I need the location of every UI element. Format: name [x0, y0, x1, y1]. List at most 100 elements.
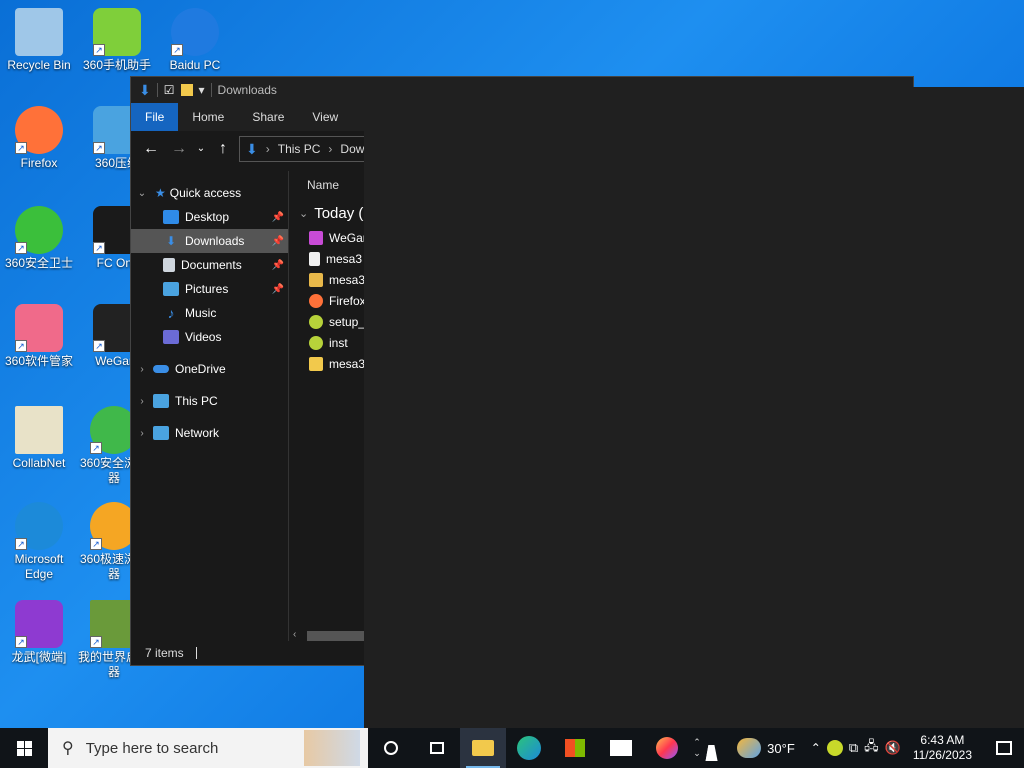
desktop-icon-collabnet[interactable]: CollabNet [0, 406, 78, 471]
breadcrumb-separator: › [265, 142, 270, 156]
blank-dark-panel [364, 87, 1024, 728]
clock-date: 11/26/2023 [912, 748, 972, 762]
nav-item-pictures[interactable]: Pictures 📌 [131, 277, 288, 301]
tab-home[interactable]: Home [178, 103, 238, 131]
desktop-icon-edge[interactable]: ↗ Microsoft Edge [0, 502, 78, 582]
quick-access-toolbar-dropdown[interactable]: ▾ [199, 83, 205, 97]
search-highlight-image [304, 730, 360, 766]
download-icon: ⬇ [246, 140, 258, 157]
nav-item-desktop[interactable]: Desktop 📌 [131, 205, 288, 229]
scroll-left-icon[interactable]: ‹ [293, 629, 296, 640]
nav-item-network[interactable]: › Network [131, 421, 288, 445]
desktop-icon-360-phone-assistant[interactable]: ↗ 360手机助手 [78, 8, 156, 73]
properties-icon[interactable]: ☑ [164, 83, 175, 97]
show-hidden-icons-button[interactable]: ⌃ [811, 741, 821, 755]
tab-share[interactable]: Share [238, 103, 298, 131]
windows-logo-icon [16, 740, 32, 756]
weather-temperature[interactable]: 30°F [767, 741, 795, 756]
desktop-icon-360-software-manager[interactable]: ↗ 360软件管家 [0, 304, 78, 369]
system-tray: 30°F ⌃ ⧉ 🖧 🔇 6:43 AM 11/26/2023 [737, 728, 1024, 768]
desktop-icon-baidu-pc[interactable]: ↗ Baidu PC [156, 8, 234, 73]
pin-icon[interactable]: 📌 [272, 212, 284, 223]
firefox-file-icon [309, 293, 323, 308]
edge-button[interactable] [506, 728, 552, 768]
circle-icon [384, 741, 398, 755]
nav-item-music[interactable]: ♪ Music [131, 301, 288, 325]
collabnet-icon [15, 406, 63, 454]
chevron-right-icon[interactable]: › [135, 364, 149, 375]
nav-item-label: Network [175, 426, 220, 440]
clock-time: 6:43 AM [920, 733, 965, 747]
network-status-icon[interactable]: 🖧 [864, 737, 879, 759]
installer-file-icon [309, 335, 323, 350]
tab-file[interactable]: File [131, 103, 179, 131]
network-icon [153, 426, 169, 440]
file-name: WeGar [329, 230, 367, 245]
tab-view[interactable]: View [298, 103, 352, 131]
360-tray-icon[interactable] [826, 740, 843, 756]
clock[interactable]: 6:43 AM 11/26/2023 [907, 733, 978, 763]
notification-icon [996, 741, 1012, 755]
file-name: mesa3 [329, 272, 366, 287]
search-box[interactable]: ⚲ Type here to search [48, 728, 368, 768]
start-button[interactable] [0, 728, 48, 768]
file-name: mesa3 [329, 356, 366, 371]
taskbar-scroll-button[interactable]: ⌃ ⌄ [690, 728, 704, 768]
desktop-icon-label: 360手机助手 [82, 58, 152, 72]
desktop-icon-longwu[interactable]: ↗ 龙武[微端] [0, 600, 78, 665]
desktop-icon-label: Baidu PC [169, 58, 221, 72]
nav-item-onedrive[interactable]: › OneDrive [131, 357, 288, 381]
file-name: inst [329, 335, 348, 350]
nav-item-videos[interactable]: Videos [131, 325, 288, 349]
longwu-icon: ↗ [15, 600, 63, 648]
back-button[interactable]: ← [139, 137, 163, 161]
nav-item-this-pc[interactable]: › This PC [131, 389, 288, 413]
window-title: Downloads [217, 83, 277, 97]
file-name: setup_ [329, 314, 366, 329]
pin-icon[interactable]: 📌 [272, 260, 284, 271]
chevron-down-icon[interactable]: ⌄ [135, 188, 149, 199]
download-icon: ⬇ [165, 234, 177, 248]
chevron-right-icon[interactable]: › [135, 396, 149, 407]
firefox-icon [656, 737, 678, 759]
file-explorer-button[interactable] [460, 728, 506, 768]
firefox-button[interactable] [644, 728, 690, 768]
nav-item-label: This PC [175, 394, 218, 408]
desktop-icon-360-security[interactable]: ↗ 360安全卫士 [0, 206, 78, 271]
pin-icon[interactable]: 📌 [272, 284, 284, 295]
chevron-right-icon[interactable]: › [135, 428, 149, 439]
weather-icon[interactable] [737, 738, 762, 758]
breadcrumb-this-pc[interactable]: This PC [278, 142, 321, 156]
desktop-icon-label: 360安全卫士 [4, 256, 74, 270]
forward-button[interactable]: → [167, 137, 191, 161]
store-button[interactable] [552, 728, 598, 768]
file-name: mesa3 [326, 251, 363, 266]
desktop-icon-label: CollabNet [12, 456, 66, 470]
pin-icon[interactable]: 📌 [272, 236, 284, 247]
chevron-up-icon: ⌃ [693, 737, 701, 747]
360-software-manager-icon: ↗ [15, 304, 63, 352]
nav-item-documents[interactable]: Documents 📌 [131, 253, 288, 277]
desktop-icon-firefox[interactable]: ↗ Firefox [0, 106, 78, 171]
recent-locations-button[interactable]: ⌄ [195, 137, 207, 161]
nav-item-downloads[interactable]: ⬇ Downloads 📌 [131, 229, 288, 253]
star-icon: ★ [155, 186, 166, 200]
up-button[interactable]: ↑ [211, 137, 235, 161]
nav-item-quick-access[interactable]: ⌄ ★ Quick access [131, 181, 288, 205]
mail-button[interactable] [598, 728, 644, 768]
desktop-icon [163, 210, 179, 224]
volume-muted-icon[interactable]: 🔇 [885, 740, 901, 756]
task-view-button[interactable] [414, 728, 460, 768]
search-icon: ⚲ [62, 740, 74, 757]
new-folder-icon[interactable] [180, 84, 193, 96]
baidu-pc-icon: ↗ [171, 8, 219, 56]
desktop-icon-label: 360软件管家 [4, 354, 74, 368]
meet-now-icon[interactable]: ⧉ [849, 740, 858, 756]
action-center-button[interactable] [984, 728, 1024, 768]
navigation-pane: ⌄ ★ Quick access Desktop 📌 ⬇ Downloads 📌… [131, 171, 288, 641]
cortana-button[interactable] [368, 728, 414, 768]
desktop-icon-recycle-bin[interactable]: Recycle Bin [0, 8, 78, 73]
edge-icon [517, 736, 541, 760]
chevron-down-icon: ⌄ [299, 207, 309, 220]
nav-item-label: Documents [181, 258, 242, 272]
